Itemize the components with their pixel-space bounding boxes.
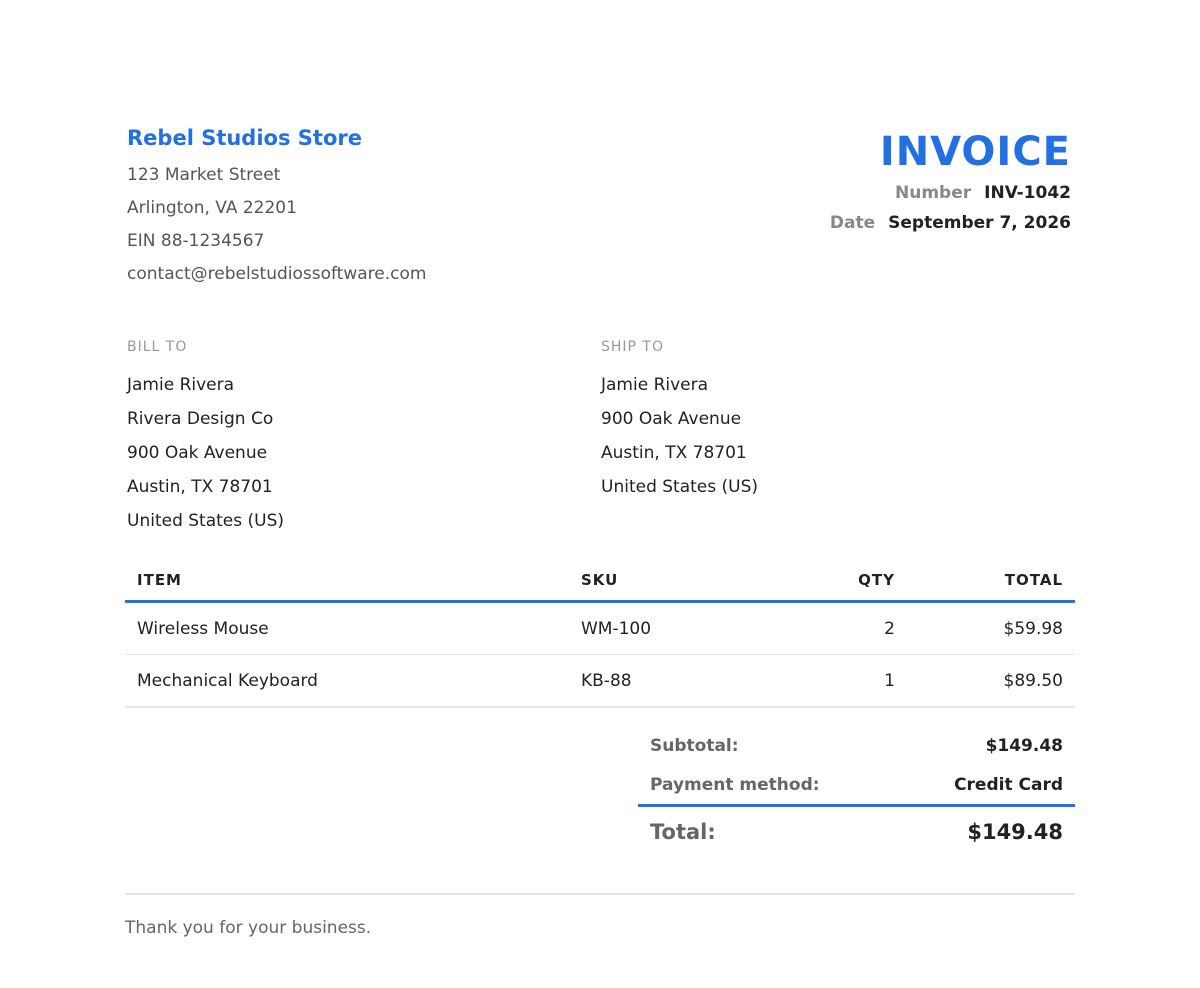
column-header-qty: QTY: [793, 560, 907, 603]
invoice-title: INVOICE: [879, 129, 1071, 175]
invoice-date-label: Date: [829, 213, 876, 233]
bill-to-line: 900 Oak Avenue: [127, 443, 268, 463]
bill-to-line: Jamie Rivera: [127, 375, 235, 395]
bill-to-line: Rivera Design Co: [127, 409, 274, 429]
item-total: $89.50: [907, 654, 1075, 708]
ship-to-heading: SHIP TO: [601, 339, 665, 355]
item-name: Wireless Mouse: [125, 601, 569, 655]
grand-total-row: Total: $149.48: [638, 807, 1075, 857]
store-email: contact@rebelstudiossoftware.com: [127, 264, 427, 284]
item-name: Mechanical Keyboard: [125, 654, 569, 708]
ship-to-line: United States (US): [601, 477, 759, 497]
invoice-number-row: Number INV-1042: [651, 178, 1071, 208]
store-info: Rebel Studios Store 123 Market Street Ar…: [127, 124, 577, 291]
bill-to-block: BILL TO Jamie Rivera Rivera Design Co 90…: [127, 336, 527, 538]
store-city: Arlington, VA 22201: [127, 198, 297, 218]
item-qty: 2: [793, 601, 907, 655]
ship-to-line: Jamie Rivera: [601, 375, 709, 395]
subtotal-row: Subtotal: $149.48: [638, 727, 1075, 765]
payment-method-label: Payment method:: [650, 774, 820, 795]
table-row: Mechanical Keyboard KB-88 1 $89.50: [125, 654, 1075, 708]
line-items-table: ITEM SKU QTY TOTAL Wireless Mouse WM-100…: [125, 560, 1075, 708]
grand-total-value: $149.48: [967, 820, 1063, 844]
column-header-item: ITEM: [125, 560, 569, 603]
footer-divider: [125, 893, 1075, 895]
bill-to-line: Austin, TX 78701: [127, 477, 273, 497]
payment-method-row: Payment method: Credit Card: [638, 765, 1075, 807]
item-total: $59.98: [907, 601, 1075, 655]
thank-you-note: Thank you for your business.: [125, 918, 372, 938]
totals-block: Subtotal: $149.48 Payment method: Credit…: [638, 727, 1075, 857]
invoice-number-label: Number: [895, 183, 972, 203]
payment-method-value: Credit Card: [954, 774, 1063, 795]
invoice-page: Rebel Studios Store 123 Market Street Ar…: [125, 0, 1075, 988]
table-row: Wireless Mouse WM-100 2 $59.98: [125, 601, 1075, 655]
ship-to-block: SHIP TO Jamie Rivera 900 Oak Avenue Aust…: [601, 336, 1001, 504]
column-header-sku: SKU: [569, 560, 793, 603]
store-name: Rebel Studios Store: [127, 126, 362, 150]
store-ein: EIN 88-1234567: [127, 231, 265, 251]
subtotal-value: $149.48: [985, 736, 1063, 756]
grand-total-label: Total:: [650, 820, 716, 844]
table-header-row: ITEM SKU QTY TOTAL: [125, 560, 1075, 603]
store-street: 123 Market Street: [127, 165, 281, 185]
store-address: 123 Market Street Arlington, VA 22201 EI…: [127, 159, 577, 291]
subtotal-label: Subtotal:: [650, 736, 739, 756]
item-sku: KB-88: [569, 654, 793, 708]
invoice-date: September 7, 2026: [888, 213, 1071, 233]
invoice-date-row: Date September 7, 2026: [651, 208, 1071, 238]
item-qty: 1: [793, 654, 907, 708]
ship-to-line: Austin, TX 78701: [601, 443, 747, 463]
bill-to-heading: BILL TO: [127, 339, 188, 355]
invoice-number: INV-1042: [984, 183, 1071, 203]
invoice-header: INVOICE Number INV-1042 Date September 7…: [651, 126, 1071, 238]
ship-to-line: 900 Oak Avenue: [601, 409, 742, 429]
bill-to-line: United States (US): [127, 511, 285, 531]
column-header-total: TOTAL: [907, 560, 1075, 603]
item-sku: WM-100: [569, 601, 793, 655]
